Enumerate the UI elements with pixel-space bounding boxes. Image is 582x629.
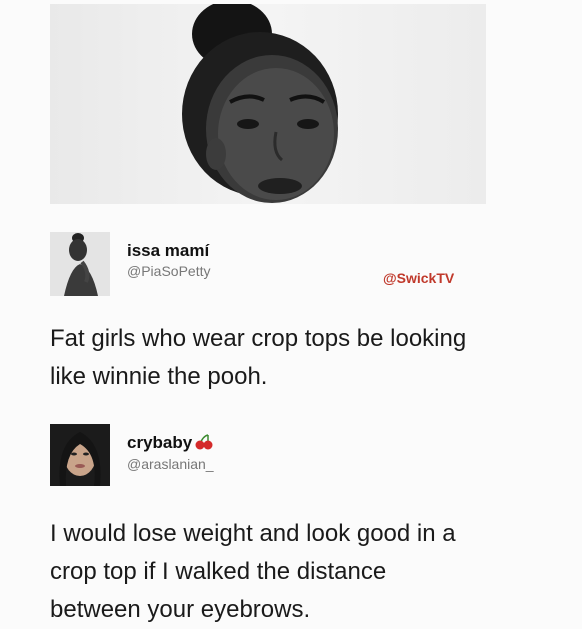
attached-photo[interactable] [50,4,486,204]
avatar-crybaby[interactable] [50,424,110,486]
watermark-text: @SwickTV [383,270,455,286]
tweet-text-line: between your eyebrows. [50,596,311,623]
tweet-text-line: crop top if I walked the distance [50,558,387,585]
user-handle[interactable]: @PiaSoPetty [127,263,210,279]
tweet-text-line: I would lose weight and look good in a [50,520,456,547]
user-handle[interactable]: @araslanian_ [127,456,214,472]
avatar-issa-mami[interactable] [50,232,110,296]
display-name[interactable]: crybaby [127,433,214,455]
tweet-text-line: like winnie the pooh. [50,363,268,390]
tweet-text-line: Fat girls who wear crop tops be looking [50,325,467,352]
tweet-text: I would lose weight and look good in a c… [50,515,456,629]
display-name[interactable]: issa mamí [127,241,209,261]
display-name-text: crybaby [127,433,193,452]
tweet-text: Fat girls who wear crop tops be looking … [50,320,466,396]
cherries-icon [194,434,214,455]
